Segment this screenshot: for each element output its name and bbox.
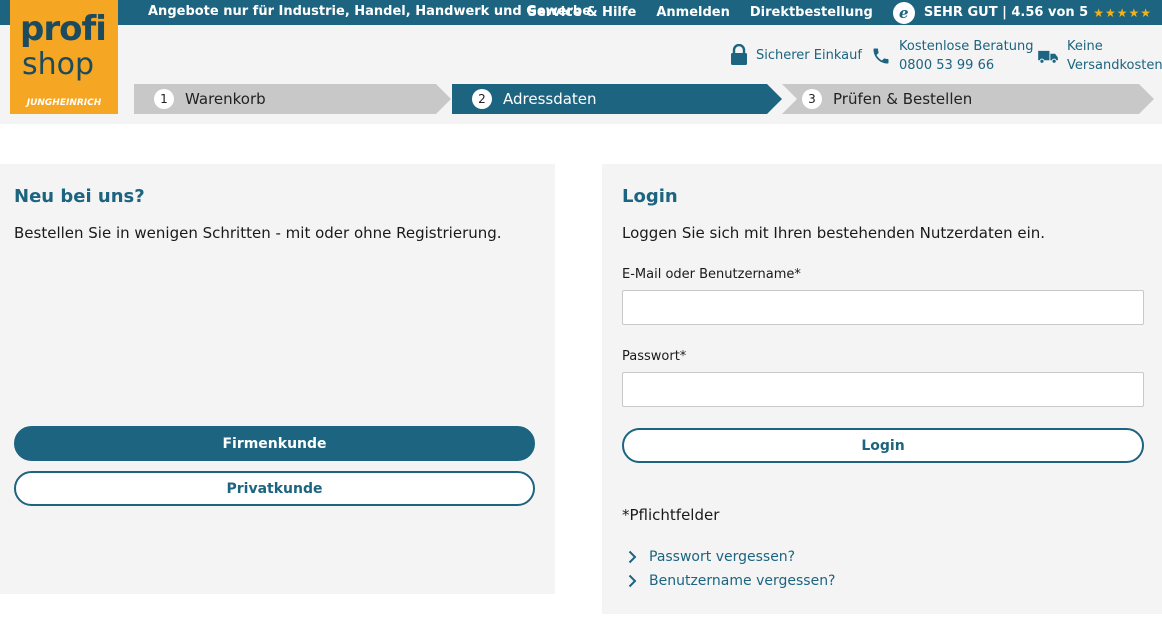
step-cart[interactable]: 1 Warenkorb [134,84,436,114]
step-review-order: 3 Prüfen & Bestellen [782,84,1139,114]
step-label: Adressdaten [503,90,597,108]
business-customer-button[interactable]: Firmenkunde [14,426,535,461]
logo-line-2: shop [22,47,95,82]
forgot-username-text: Benutzername vergessen? [649,573,836,589]
login-button[interactable]: Login [622,428,1144,463]
usp-shipping: Keine Versandkosten [1038,37,1162,75]
step-number: 1 [154,89,174,109]
password-field[interactable] [622,372,1144,407]
step-label: Warenkorb [185,90,266,108]
new-customer-title: Neu bei uns? [14,186,145,207]
usp-advice: Kostenlose Beratung 0800 53 99 66 [871,37,1033,75]
email-label: E-Mail oder Benutzername* [622,267,801,282]
chevron-right-icon [628,550,637,564]
truck-icon [1038,49,1059,64]
step-label: Prüfen & Bestellen [833,90,973,108]
new-customer-panel: Neu bei uns? Bestellen Sie in wenigen Sc… [0,164,555,594]
rating-text: SEHR GUT | 4.56 von 5 [923,5,1089,20]
top-links: Service & Hilfe Anmelden Direktbestellun… [528,0,1162,25]
required-fields-note: *Pflichtfelder [622,506,720,524]
trusted-shops-icon: e [892,1,915,24]
usp-advice-phone: 0800 53 99 66 [899,58,995,73]
usp-secure: Sicherer Einkauf [730,44,862,66]
trusted-shops-rating[interactable]: e SEHR GUT | 4.56 von 5 ★★★★★ [892,1,1152,24]
new-customer-text: Bestellen Sie in wenigen Schritten - mit… [14,224,502,242]
top-bar: Angebote nur für Industrie, Handel, Hand… [0,0,1162,25]
usp-advice-text: Kostenlose Beratung 0800 53 99 66 [899,37,1033,75]
email-field[interactable] [622,290,1144,325]
logo-line-1: profi [20,9,107,49]
step-number: 3 [802,89,822,109]
login-panel: Login Loggen Sie sich mit Ihren bestehen… [602,164,1162,614]
usp-advice-line1: Kostenlose Beratung [899,39,1034,54]
lock-icon [730,44,748,66]
checkout-steps: 1 Warenkorb 2 Adressdaten 3 Prüfen & Bes… [0,84,1162,114]
logo-brand: JUNGHEINRICH [26,98,102,108]
usp-shipping-line1: Keine [1067,39,1103,54]
step-number: 2 [472,89,492,109]
usp-secure-text: Sicherer Einkauf [756,47,862,63]
forgot-password-text: Passwort vergessen? [649,549,796,565]
rating-stars: ★★★★★ [1093,5,1152,20]
forgot-password-link[interactable]: Passwort vergessen? [628,549,795,565]
usp-shipping-line2: Versandkosten [1067,58,1162,73]
chevron-right-icon [628,574,637,588]
step-address: 2 Adressdaten [452,84,767,114]
quick-order-link[interactable]: Direktbestellung [750,5,873,20]
login-text: Loggen Sie sich mit Ihren bestehenden Nu… [622,224,1046,242]
private-customer-button[interactable]: Privatkunde [14,471,535,506]
service-help-link[interactable]: Service & Hilfe [528,5,637,20]
phone-icon [871,46,891,66]
login-link[interactable]: Anmelden [656,5,730,20]
usp-shipping-text: Keine Versandkosten [1067,37,1162,75]
login-title: Login [622,186,678,207]
forgot-username-link[interactable]: Benutzername vergessen? [628,573,836,589]
password-label: Passwort* [622,349,687,364]
profishop-logo[interactable]: profi shop JUNGHEINRICH [10,0,118,114]
